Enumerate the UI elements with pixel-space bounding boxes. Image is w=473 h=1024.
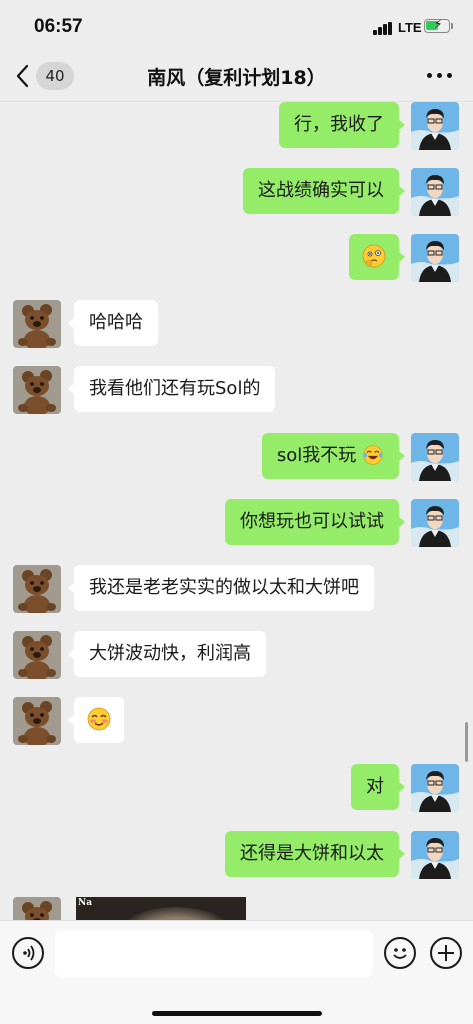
message-row: 这战绩确实可以 (0, 168, 473, 216)
image-tag: Na (78, 898, 93, 908)
chat-title: 南风（复利计划18） (147, 67, 326, 89)
message-row: 还得是大饼和以太 (0, 831, 473, 879)
sent-message-bubble[interactable]: 对 (351, 764, 405, 810)
avatar[interactable] (13, 366, 61, 414)
avatar[interactable] (13, 631, 61, 679)
avatar[interactable] (411, 168, 459, 216)
message-text: sol我不玩 (276, 445, 357, 466)
message-row: 我看他们还有玩Sol的 (0, 366, 473, 414)
tears-of-joy-emoji (363, 444, 383, 465)
received-message-bubble[interactable]: 我看他们还有玩Sol的 (67, 366, 276, 412)
message-row: 对 (0, 764, 473, 812)
voice-input-button[interactable] (12, 937, 44, 969)
avatar[interactable] (13, 565, 61, 613)
received-message-bubble[interactable]: 大饼波动快，利润高 (68, 631, 266, 677)
avatar[interactable] (411, 433, 459, 481)
smiley-icon (393, 948, 407, 959)
unread-count-badge: 40 (36, 62, 74, 90)
sent-message-bubble[interactable]: 你想玩也可以试试 (225, 499, 405, 545)
avatar[interactable] (13, 697, 61, 745)
input-bar (0, 920, 473, 1024)
message-input[interactable] (55, 931, 373, 977)
more-options-icon[interactable] (425, 63, 455, 87)
message-row: 你想玩也可以试试 (0, 499, 473, 547)
chat-messages[interactable]: 行，我收了 这战绩确实可以 哈哈哈 我看他们还有玩Sol的 sol我不玩 你想玩… (0, 102, 473, 920)
avatar[interactable] (411, 499, 459, 547)
avatar[interactable] (411, 234, 459, 282)
sent-message-bubble[interactable]: 行，我收了 (279, 102, 405, 148)
voice-icon (23, 945, 35, 961)
received-message-bubble[interactable]: 我还是老老实实的做以太和大饼吧 (68, 565, 374, 611)
message-row (0, 697, 473, 745)
sent-message-bubble[interactable]: 这战绩确实可以 (243, 168, 405, 214)
avatar[interactable] (411, 102, 459, 150)
battery-icon: ⚡ (424, 17, 450, 33)
message-row: 哈哈哈 (0, 300, 473, 348)
sent-message-bubble[interactable] (349, 234, 405, 280)
more-functions-button[interactable] (430, 937, 462, 969)
received-message-bubble[interactable]: 哈哈哈 (68, 300, 158, 346)
message-row: 我还是老老实实的做以太和大饼吧 (0, 565, 473, 613)
chevron-left-icon (16, 64, 29, 88)
image-message[interactable]: Na (76, 897, 246, 920)
sent-message-bubble[interactable]: sol我不玩 (261, 433, 406, 479)
status-time: 06:57 (34, 16, 83, 37)
message-row: 大饼波动快，利润高 (0, 631, 473, 679)
message-row (0, 234, 473, 282)
signal-icon (373, 22, 393, 35)
emoji-button[interactable] (384, 937, 416, 969)
home-indicator (152, 1011, 322, 1016)
back-button[interactable]: 40 (16, 62, 76, 90)
avatar[interactable] (13, 897, 61, 920)
scrollbar[interactable] (465, 722, 468, 762)
avatar[interactable] (411, 764, 459, 812)
image-content (116, 907, 236, 920)
avatar[interactable] (13, 300, 61, 348)
message-row: sol我不玩 (0, 433, 473, 481)
network-label: LTE (398, 20, 422, 35)
blushing-smile-emoji (87, 707, 111, 730)
chat-header: 40 南风（复利计划18） (0, 50, 473, 102)
received-message-bubble[interactable] (68, 697, 124, 743)
thinking-face-emoji (362, 244, 386, 267)
message-row: 行，我收了 (0, 102, 473, 150)
sent-message-bubble[interactable]: 还得是大饼和以太 (225, 831, 405, 877)
avatar[interactable] (411, 831, 459, 879)
status-bar: 06:57 LTE ⚡ (0, 0, 473, 50)
